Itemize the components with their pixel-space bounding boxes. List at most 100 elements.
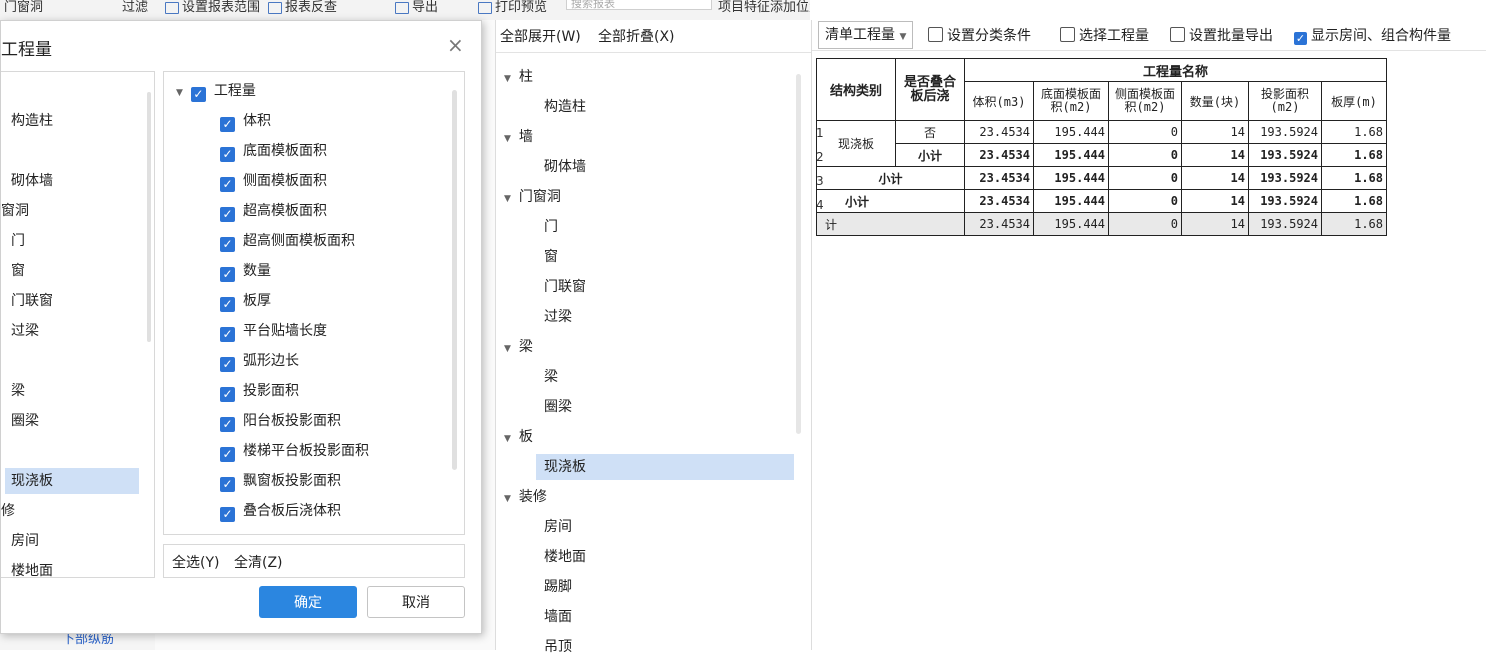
checklist-item[interactable]: ✓ 平台贴墙长度 xyxy=(220,318,327,344)
quantity-report-table: 结构类别 是否叠合板后浇 工程量名称 体积(m3) 底面模板面积(m2) 侧面模… xyxy=(816,58,1387,236)
left-tab-fragment[interactable]: 门窗洞 xyxy=(4,0,43,15)
checkbox-checked-icon[interactable]: ✓ xyxy=(220,117,235,132)
checklist-item[interactable]: ✓ 投影面积 xyxy=(220,378,299,404)
tree-item[interactable]: 砌体墙 xyxy=(544,154,586,180)
checkbox-checked-icon[interactable]: ✓ xyxy=(220,297,235,312)
checklist-scrollbar[interactable] xyxy=(452,90,457,470)
tree-item[interactable]: 门联窗 xyxy=(544,274,586,300)
set-category-button[interactable]: 设置分类条件 xyxy=(928,25,1031,45)
checklist-item[interactable]: ✓ 弧形边长 xyxy=(220,348,299,374)
select-quantity-button[interactable]: 选择工程量 xyxy=(1060,25,1149,45)
table-row[interactable]: 现浇板 否 23.4534 195.444 0 14 193.5924 1.68 xyxy=(816,120,1387,167)
list-item[interactable]: 楼地面 xyxy=(11,558,53,577)
list-item[interactable]: 门联窗 xyxy=(11,288,53,314)
checkbox-checked-icon[interactable]: ✓ xyxy=(220,417,235,432)
checkbox-checked-icon[interactable]: ✓ xyxy=(220,447,235,462)
chevron-down-icon: ▼ xyxy=(504,494,511,504)
report-reverse-lookup-button[interactable]: 报表反查 xyxy=(268,0,337,15)
tree-item[interactable]: 吊顶 xyxy=(544,634,572,660)
checklist-item[interactable]: ✓ 超高侧面模板面积 xyxy=(220,228,355,254)
tree-item[interactable]: 墙面 xyxy=(544,604,572,630)
list-item[interactable]: 修 xyxy=(1,498,15,524)
list-item[interactable]: 房间 xyxy=(11,528,39,554)
checklist-item[interactable]: ✓ 板厚 xyxy=(220,288,271,314)
checkbox-checked-icon[interactable]: ✓ xyxy=(220,357,235,372)
list-item[interactable]: 构造柱 xyxy=(11,108,53,134)
tree-item[interactable]: 构造柱 xyxy=(544,94,586,120)
show-room-checkbox[interactable]: ✓ 显示房间、组合构件量 xyxy=(1294,25,1451,45)
batch-export-button[interactable]: 设置批量导出 xyxy=(1170,25,1273,45)
checkbox-checked-icon[interactable]: ✓ xyxy=(220,237,235,252)
tree-item[interactable]: 房间 xyxy=(544,514,572,540)
list-item[interactable]: 窗洞 xyxy=(1,198,29,224)
checklist-item[interactable]: ✓ 体积 xyxy=(220,108,271,134)
list-item[interactable]: 砌体墙 xyxy=(11,168,53,194)
list-item[interactable]: 窗 xyxy=(11,258,25,284)
close-icon[interactable]: × xyxy=(447,33,464,57)
clear-all-button[interactable]: 全清(Z) xyxy=(234,552,283,572)
checkbox-checked-icon[interactable]: ✓ xyxy=(220,387,235,402)
chevron-down-icon: ▼ xyxy=(504,194,511,204)
checklist-item[interactable]: ✓ 侧面模板面积 xyxy=(220,168,327,194)
checkbox-checked-icon[interactable]: ✓ xyxy=(190,87,206,102)
set-report-range-button[interactable]: 设置报表范围 xyxy=(165,0,260,15)
list-item[interactable]: 过梁 xyxy=(11,318,39,344)
checkbox-checked-icon[interactable]: ✓ xyxy=(220,507,235,522)
checkbox-checked-icon[interactable]: ✓ xyxy=(220,207,235,222)
checklist-item[interactable]: ✓ 阳台板投影面积 xyxy=(220,408,341,434)
table-row[interactable]: 小计 23.4534 195.444 0 14 193.5924 1.68 xyxy=(816,189,1387,213)
tree-group-slab[interactable]: ▼ 板 xyxy=(504,424,533,450)
checklist-item[interactable]: ✓ 底面模板面积 xyxy=(220,138,327,164)
tree-group-wall[interactable]: ▼ 墙 xyxy=(504,124,533,150)
collapse-all-button[interactable]: 全部折叠(X) xyxy=(598,26,675,46)
cell-label: 小计 xyxy=(816,166,965,190)
select-all-button[interactable]: 全选(Y) xyxy=(172,552,219,572)
tree-item[interactable]: 过梁 xyxy=(544,304,572,330)
tree-item[interactable]: 梁 xyxy=(544,364,558,390)
filter-fragment[interactable]: 过滤 xyxy=(122,0,148,15)
chevron-down-icon: ▼ xyxy=(504,74,511,84)
checklist-item[interactable]: ✓ 超高模板面积 xyxy=(220,198,327,224)
col-header: 侧面模板面积(m2) xyxy=(1108,81,1182,121)
list-item[interactable]: 梁 xyxy=(11,378,25,404)
checklist-item[interactable]: ✓ 楼梯平台板投影面积 xyxy=(220,438,369,464)
expand-all-button[interactable]: 全部展开(W) xyxy=(500,26,581,46)
tree-group-beam[interactable]: ▼ 梁 xyxy=(504,334,533,360)
tree-item[interactable]: 门 xyxy=(544,214,558,240)
check-root[interactable]: ▼ ✓ 工程量 xyxy=(176,78,256,104)
print-preview-button[interactable]: 打印预览 xyxy=(478,0,547,15)
cell: 23.4534 xyxy=(964,120,1034,144)
checklist-item[interactable]: ✓ 叠合板后浇体积 xyxy=(220,498,341,524)
project-feature-position[interactable]: 项目特征添加位置 xyxy=(718,0,810,15)
tree-group-decoration[interactable]: ▼ 装修 xyxy=(504,484,547,510)
list-item[interactable]: 圈梁 xyxy=(11,408,39,434)
checkbox-checked-icon[interactable]: ✓ xyxy=(220,327,235,342)
list-item[interactable]: 门 xyxy=(11,228,25,254)
left-scrollbar[interactable] xyxy=(147,92,151,342)
checkbox-checked-icon[interactable]: ✓ xyxy=(220,177,235,192)
export-button[interactable]: 导出 xyxy=(395,0,438,15)
report-search-input[interactable]: 搜索报表 xyxy=(566,0,712,10)
checkbox-checked-icon[interactable]: ✓ xyxy=(220,477,235,492)
quantity-type-dropdown[interactable]: 清单工程量 ▼ xyxy=(818,21,914,49)
confirm-button[interactable]: 确定 xyxy=(259,586,357,618)
tree-item[interactable]: 圈梁 xyxy=(544,394,572,420)
tree-group-column[interactable]: ▼ 柱 xyxy=(504,64,533,90)
table-row[interactable]: 小计 23.4534 195.444 0 14 193.5924 1.68 xyxy=(817,143,1387,167)
tree-scrollbar[interactable] xyxy=(796,74,801,434)
tree-group-openings[interactable]: ▼ 门窗洞 xyxy=(504,184,561,210)
tree-item[interactable]: 楼地面 xyxy=(544,544,586,570)
tree-item-selected[interactable]: 现浇板 xyxy=(536,454,794,480)
cancel-button[interactable]: 取消 xyxy=(367,586,465,618)
table-row-total[interactable]: 计 23.4534 195.444 0 14 193.5924 1.68 xyxy=(816,212,1387,236)
tree-item[interactable]: 窗 xyxy=(544,244,558,270)
checklist-item[interactable]: ✓ 飘窗板投影面积 xyxy=(220,468,341,494)
checkbox-checked-icon[interactable]: ✓ xyxy=(220,267,235,282)
checkbox-checked-icon[interactable]: ✓ xyxy=(220,147,235,162)
tree-item[interactable]: 踢脚 xyxy=(544,574,572,600)
table-row[interactable]: 小计 23.4534 195.444 0 14 193.5924 1.68 xyxy=(816,166,1387,190)
checklist-item[interactable]: ✓ 数量 xyxy=(220,258,271,284)
list-item-selected[interactable]: 现浇板 xyxy=(5,468,139,494)
cell: 14 xyxy=(1181,120,1249,144)
top-toolbar: 门窗洞 过滤 设置报表范围 报表反查 导出 打印预览 搜索报表 项目特征添加位置 xyxy=(0,0,810,21)
